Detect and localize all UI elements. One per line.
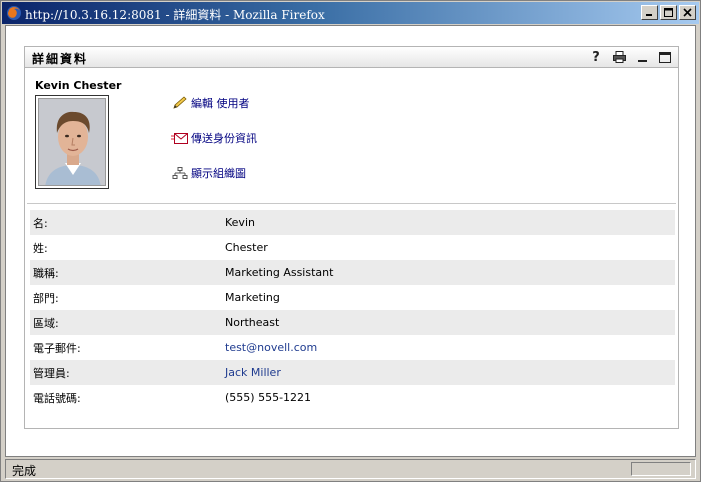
detail-label: 部門:: [33, 291, 59, 305]
portlet-header: 詳細資料 ?: [25, 47, 678, 68]
detail-value: Marketing: [225, 291, 280, 304]
close-icon: [683, 8, 692, 17]
window-title: http://10.3.16.12:8081 - 詳細資料 - Mozilla …: [25, 8, 325, 22]
help-icon: ?: [592, 49, 600, 65]
help-button[interactable]: ?: [589, 49, 603, 65]
detail-label: 管理員:: [33, 366, 70, 380]
minimize-icon: [637, 60, 647, 62]
detail-value: Chester: [225, 241, 268, 254]
window-controls: [641, 5, 696, 20]
user-name: Kevin Chester: [35, 79, 122, 92]
detail-label: 區域:: [33, 316, 59, 330]
status-bar: 完成: [5, 459, 696, 479]
detail-row-region: 區域: Northeast: [30, 310, 675, 335]
browser-window: http://10.3.16.12:8081 - 詳細資料 - Mozilla …: [0, 0, 701, 482]
close-button[interactable]: [679, 5, 696, 20]
detail-label: 電子郵件:: [33, 341, 81, 355]
title-bar[interactable]: http://10.3.16.12:8081 - 詳細資料 - Mozilla …: [2, 2, 699, 24]
portlet-title: 詳細資料: [32, 52, 89, 66]
user-photo: [35, 95, 109, 189]
maximize-icon: [659, 51, 671, 63]
details-table: 名: Kevin 姓: Chester 職稱: Marketing Assist…: [30, 210, 675, 410]
detail-value: Marketing Assistant: [225, 266, 334, 279]
envelope-icon: [171, 133, 188, 144]
manager-link[interactable]: Jack Miller: [225, 366, 675, 379]
status-text: 完成: [12, 464, 37, 478]
pencil-icon: [173, 96, 187, 109]
edit-user-label: 編輯 使用者: [191, 97, 250, 110]
show-org-chart-label: 顯示組織圖: [191, 167, 246, 180]
portlet-tools: ?: [589, 49, 672, 65]
detail-row-last-name: 姓: Chester: [30, 235, 675, 260]
detail-value: Northeast: [225, 316, 280, 329]
detail-label: 姓:: [33, 241, 48, 255]
minimize-icon: [646, 14, 652, 16]
detail-row-department: 部門: Marketing: [30, 285, 675, 310]
detail-row-title: 職稱: Marketing Assistant: [30, 260, 675, 285]
minimize-button[interactable]: [641, 5, 658, 20]
detail-label: 名:: [33, 216, 48, 230]
maximize-icon: [664, 8, 673, 17]
show-org-chart-link[interactable]: 顯示組織圖: [171, 165, 246, 181]
send-identity-link[interactable]: 傳送身份資訊: [171, 130, 257, 146]
detail-label: 職稱:: [33, 266, 59, 280]
printer-icon: [612, 51, 626, 63]
firefox-icon: [7, 6, 21, 20]
email-link[interactable]: test@novell.com: [225, 341, 675, 354]
maximize-portlet-button[interactable]: [658, 50, 672, 64]
details-portlet: 詳細資料 ? Kevin Chester 編輯 使用者 傳送身份資訊 顯示組織圖…: [24, 46, 679, 429]
org-chart-icon: [172, 166, 188, 179]
detail-row-manager: 管理員: Jack Miller: [30, 360, 675, 385]
detail-row-first-name: 名: Kevin: [30, 210, 675, 235]
detail-label: 電話號碼:: [33, 391, 81, 405]
minimize-portlet-button[interactable]: [635, 50, 649, 64]
user-photo-image: [39, 99, 105, 185]
divider: [27, 203, 676, 204]
detail-value: (555) 555-1221: [225, 391, 312, 404]
page-content: 詳細資料 ? Kevin Chester 編輯 使用者 傳送身份資訊 顯示組織圖…: [5, 25, 696, 457]
status-panel: [631, 462, 691, 476]
send-identity-label: 傳送身份資訊: [191, 132, 257, 145]
detail-row-phone: 電話號碼: (555) 555-1221: [30, 385, 675, 410]
detail-row-email: 電子郵件: test@novell.com: [30, 335, 675, 360]
maximize-button[interactable]: [660, 5, 677, 20]
print-button[interactable]: [612, 50, 626, 64]
detail-value: Kevin: [225, 216, 255, 229]
edit-user-link[interactable]: 編輯 使用者: [171, 95, 250, 111]
